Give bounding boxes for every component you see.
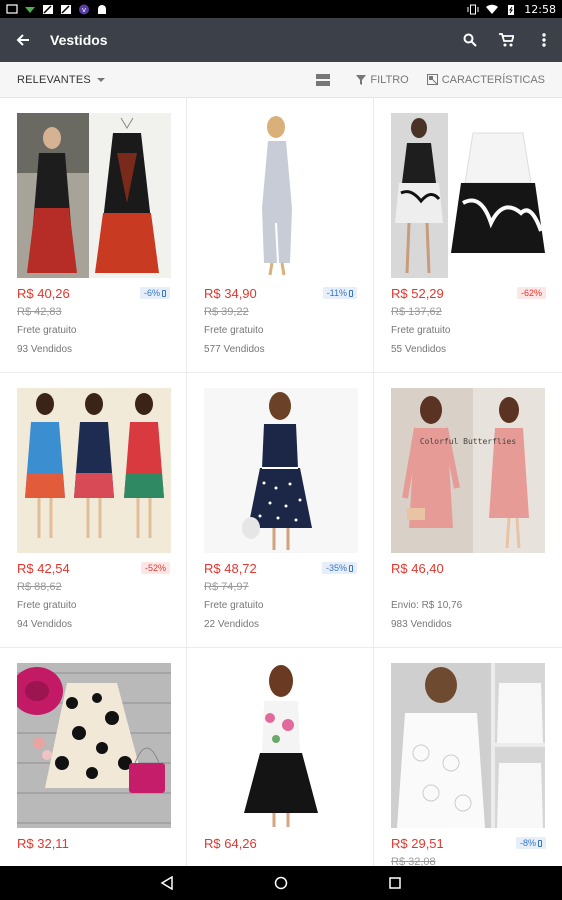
old-price: R$ 39,22 <box>204 306 249 318</box>
sold-count: 55 Vendidos <box>391 344 447 355</box>
app-v-icon: v <box>79 4 89 14</box>
sold-count: 94 Vendidos <box>17 619 73 630</box>
back-nav-icon[interactable] <box>160 876 174 890</box>
product-price: R$ 40,26 <box>17 285 70 301</box>
product-image[interactable] <box>391 113 545 278</box>
product-image[interactable] <box>17 388 171 553</box>
product-card[interactable]: Colorful Butterflies R$ 46,40 Envio: R$ … <box>374 373 562 647</box>
product-price: R$ 64,26 <box>204 835 257 851</box>
product-row: R$ 42,54 -52% R$ 88,62 Frete gratuito 94… <box>0 373 562 648</box>
product-price: R$ 46,40 <box>391 560 444 576</box>
product-image[interactable] <box>204 388 358 553</box>
product-row: R$ 32,11 R$ 64,26 R$ 29,51 -8% R$ 32,08 <box>0 648 562 866</box>
sold-count: 22 Vendidos <box>204 619 260 630</box>
old-price: R$ 32,08 <box>391 856 436 866</box>
product-card[interactable]: R$ 52,29 -62% R$ 137,62 Frete gratuito 5… <box>374 98 562 372</box>
sort-dropdown[interactable]: RELEVANTES <box>17 74 105 86</box>
search-icon <box>463 33 477 47</box>
page-title: Vestidos <box>50 32 108 48</box>
features-button[interactable]: CARACTERÍSTICAS <box>426 73 545 86</box>
product-image[interactable] <box>17 663 171 828</box>
shipping-info: Frete gratuito <box>17 600 77 611</box>
clock: 12:58 <box>524 2 556 16</box>
shipping-info: Frete gratuito <box>204 325 264 336</box>
shipping-info: Frete gratuito <box>204 600 264 611</box>
sold-count: 983 Vendidos <box>391 619 452 630</box>
discount-badge: -6% <box>139 287 170 299</box>
view-toggle-icon[interactable] <box>316 73 331 86</box>
back-button[interactable] <box>0 18 46 62</box>
filter-button[interactable]: FILTRO <box>356 73 409 86</box>
notification-icons: v <box>6 3 108 15</box>
more-vert-icon <box>541 33 546 47</box>
mobile-icon <box>162 289 166 297</box>
status-bar: v 12:58 <box>0 0 562 18</box>
shipping-info: Frete gratuito <box>391 325 451 336</box>
shipping-info: Frete gratuito <box>17 325 77 336</box>
product-card[interactable]: R$ 29,51 -8% R$ 32,08 <box>374 648 562 866</box>
product-price: R$ 32,11 <box>17 835 69 851</box>
product-price: R$ 29,51 <box>391 835 444 851</box>
cart-button[interactable] <box>488 18 525 62</box>
sort-label: RELEVANTES <box>17 73 91 86</box>
product-card[interactable]: R$ 64,26 <box>187 648 374 866</box>
discount-badge: -52% <box>140 562 170 574</box>
product-row: R$ 40,26 -6% R$ 42,83 Frete gratuito 93 … <box>0 98 562 373</box>
product-card[interactable]: R$ 48,72 -35% R$ 74,97 Frete gratuito 22… <box>187 373 374 647</box>
features-label: CARACTERÍSTICAS <box>441 73 545 86</box>
app-bar: Vestidos <box>0 18 562 62</box>
product-image[interactable] <box>17 113 171 278</box>
filter-bar: RELEVANTES FILTRO CARACTERÍSTICAS <box>0 62 562 98</box>
product-grid: R$ 40,26 -6% R$ 42,83 Frete gratuito 93 … <box>0 98 562 866</box>
home-icon[interactable] <box>274 876 288 890</box>
old-price: R$ 42,83 <box>17 306 62 318</box>
product-image[interactable] <box>204 663 358 828</box>
cart-icon <box>499 33 514 47</box>
vibrate-icon <box>467 4 479 14</box>
product-card[interactable]: R$ 40,26 -6% R$ 42,83 Frete gratuito 93 … <box>0 98 187 372</box>
navigation-bar <box>0 866 562 900</box>
watermark-text: Colorful Butterflies <box>420 437 517 446</box>
product-image[interactable]: Colorful Butterflies <box>391 388 545 553</box>
discount-badge: -35% <box>321 562 357 574</box>
recents-icon[interactable] <box>388 876 402 890</box>
old-price: R$ 88,62 <box>17 581 62 593</box>
product-card[interactable]: R$ 32,11 <box>0 648 187 866</box>
mobile-icon <box>349 564 353 572</box>
product-price: R$ 48,72 <box>204 560 257 576</box>
shipping-info: Envio: R$ 10,76 <box>391 600 463 611</box>
old-price <box>391 581 546 595</box>
discount-badge: -62% <box>516 287 546 299</box>
filter-label: FILTRO <box>370 73 409 86</box>
discount-badge: -8% <box>515 837 546 849</box>
mobile-icon <box>538 839 542 847</box>
product-price: R$ 34,90 <box>204 285 257 301</box>
image-icon-2 <box>61 4 71 14</box>
more-options-button[interactable] <box>525 18 562 62</box>
dropdown-arrow-icon <box>96 77 105 82</box>
product-price: R$ 42,54 <box>17 560 70 576</box>
old-price: R$ 137,62 <box>391 306 442 318</box>
screenshot-icon <box>6 3 18 14</box>
android-icon <box>98 4 106 14</box>
image-icon <box>43 4 53 14</box>
wifi-icon <box>486 4 499 14</box>
product-image[interactable] <box>391 663 545 828</box>
product-card[interactable]: R$ 42,54 -52% R$ 88,62 Frete gratuito 94… <box>0 373 187 647</box>
battery-icon <box>508 4 515 15</box>
search-button[interactable] <box>451 18 488 62</box>
mobile-icon <box>349 289 353 297</box>
sold-count: 93 Vendidos <box>17 344 73 355</box>
back-arrow-icon <box>16 34 29 46</box>
sold-count: 577 Vendidos <box>204 344 265 355</box>
svg-text:v: v <box>82 6 86 14</box>
discount-badge: -11% <box>322 287 357 299</box>
features-icon <box>426 74 438 85</box>
old-price: R$ 74,97 <box>204 581 249 593</box>
filter-icon <box>356 74 367 85</box>
vpn-icon <box>25 6 35 13</box>
product-price: R$ 52,29 <box>391 285 444 301</box>
product-card[interactable]: R$ 34,90 -11% R$ 39,22 Frete gratuito 57… <box>187 98 374 372</box>
product-image[interactable] <box>204 113 358 278</box>
